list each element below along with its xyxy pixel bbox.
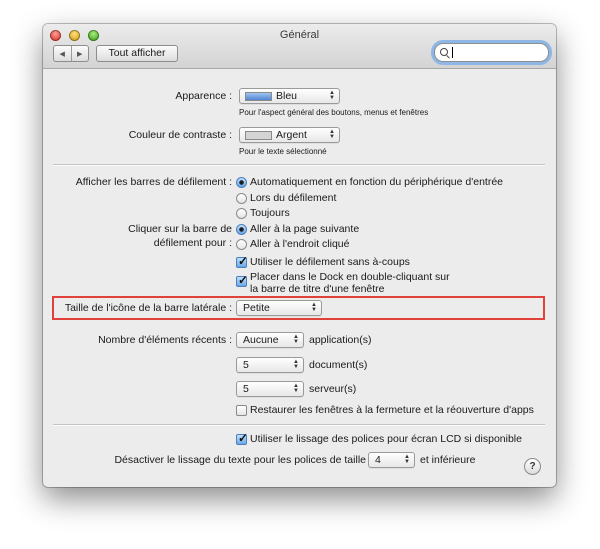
title-bar: Général ◀ ▶ Tout afficher <box>43 24 556 69</box>
section-divider <box>53 164 545 165</box>
window-title: Général <box>279 29 320 41</box>
text-cursor <box>452 47 453 58</box>
sidebar-icon-size-popup[interactable]: Petite ▲ ▼ <box>236 300 322 316</box>
click-scroll-label-line2: défilement pour : <box>153 237 232 249</box>
recent-documents-value: 5 <box>243 359 249 371</box>
dock-double-click-checkbox[interactable] <box>236 273 248 287</box>
back-forward-control: ◀ ▶ <box>53 45 89 62</box>
recent-apps-value: Aucune <box>243 334 279 346</box>
dock-double-click-label-line2: la barre de titre d'une fenêtre <box>250 283 385 295</box>
scrollbars-always-radio[interactable] <box>236 208 247 219</box>
popup-arrows-icon: ▲ ▼ <box>293 334 299 345</box>
restore-windows-checkbox[interactable] <box>236 405 247 416</box>
restore-windows-label: Restaurer les fenêtres à la fermeture et… <box>250 404 534 416</box>
scrollbars-label: Afficher les barres de défilement : <box>75 176 232 188</box>
highlight-color-popup[interactable]: Argent ▲ ▼ <box>239 127 340 143</box>
font-smoothing-size-value: 4 <box>375 454 381 466</box>
recent-documents-unit: document(s) <box>309 359 368 371</box>
recent-documents-popup[interactable]: 5 ▲ ▼ <box>236 357 304 373</box>
highlight-help-text: Pour le texte sélectionné <box>239 147 327 156</box>
scrollbars-option-always: Toujours <box>250 207 290 219</box>
scrollbars-auto-radio[interactable] <box>236 177 247 188</box>
appearance-popup[interactable]: Bleu ▲ ▼ <box>239 88 340 104</box>
font-smoothing-label: Désactiver le lissage du texte pour les … <box>114 454 366 466</box>
search-icon <box>440 48 448 56</box>
recent-servers-unit: serveur(s) <box>309 383 357 395</box>
lcd-smoothing-label: Utiliser le lissage des polices pour écr… <box>250 433 522 445</box>
help-button[interactable]: ? <box>524 458 541 475</box>
recent-items-label: Nombre d'éléments récents : <box>98 334 232 346</box>
highlight-color-swatch <box>245 131 272 140</box>
forward-arrow-icon[interactable]: ▶ <box>70 46 89 61</box>
popup-arrows-icon: ▲ ▼ <box>293 383 299 394</box>
show-all-button[interactable]: Tout afficher <box>96 45 178 62</box>
click-scroll-option-next-page: Aller à la page suivante <box>250 223 360 235</box>
sidebar-icon-size-value: Petite <box>243 302 270 314</box>
recent-servers-value: 5 <box>243 383 249 395</box>
popup-arrows-icon: ▲ ▼ <box>404 454 410 465</box>
smooth-scrolling-label: Utiliser le défilement sans à-coups <box>250 256 410 268</box>
appearance-label: Apparence : <box>175 90 232 102</box>
preferences-window: Général ◀ ▶ Tout afficher Apparence : Bl… <box>43 24 556 487</box>
click-scroll-option-spot: Aller à l'endroit cliqué <box>250 238 350 250</box>
search-field[interactable] <box>434 43 549 62</box>
appearance-color-swatch <box>245 92 272 101</box>
font-smoothing-suffix: et inférieure <box>420 454 476 466</box>
highlight-color-label: Couleur de contraste : <box>128 129 232 141</box>
scrollbars-option-when-scrolling: Lors du défilement <box>250 192 337 204</box>
click-scroll-next-page-radio[interactable] <box>236 224 247 235</box>
highlight-color-value: Argent <box>276 129 307 141</box>
popup-arrows-icon: ▲ ▼ <box>311 302 317 313</box>
popup-arrows-icon: ▲ ▼ <box>329 90 335 101</box>
popup-arrows-icon: ▲ ▼ <box>329 129 335 140</box>
appearance-help-text: Pour l'aspect général des boutons, menus… <box>239 108 429 117</box>
dock-double-click-label-line1: Placer dans le Dock en double-cliquant s… <box>250 271 450 283</box>
lcd-smoothing-checkbox[interactable] <box>236 431 248 445</box>
click-scroll-spot-radio[interactable] <box>236 239 247 250</box>
recent-servers-popup[interactable]: 5 ▲ ▼ <box>236 381 304 397</box>
appearance-value: Bleu <box>276 90 298 102</box>
smooth-scrolling-checkbox[interactable] <box>236 254 248 268</box>
click-scroll-label-line1: Cliquer sur la barre de <box>128 223 232 235</box>
scrollbars-option-auto: Automatiquement en fonction du périphéri… <box>250 176 504 188</box>
recent-apps-popup[interactable]: Aucune ▲ ▼ <box>236 332 304 348</box>
font-smoothing-size-popup[interactable]: 4 ▲ ▼ <box>368 452 415 468</box>
section-divider <box>53 424 545 425</box>
scrollbars-when-scrolling-radio[interactable] <box>236 193 247 204</box>
sidebar-icon-size-label: Taille de l'icône de la barre latérale : <box>64 302 232 314</box>
popup-arrows-icon: ▲ ▼ <box>293 359 299 370</box>
back-arrow-icon[interactable]: ◀ <box>54 46 71 61</box>
recent-apps-unit: application(s) <box>309 334 372 346</box>
